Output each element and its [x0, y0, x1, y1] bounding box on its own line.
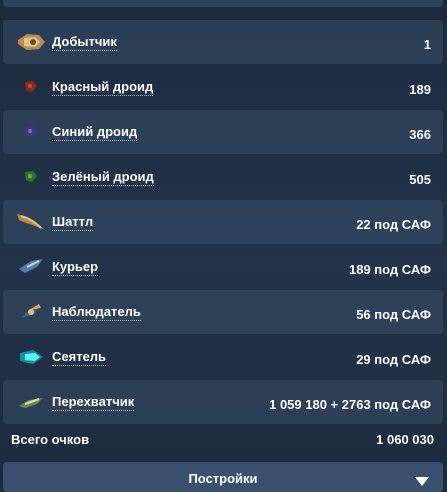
unit-count: 505 [409, 172, 431, 187]
unit-count: 189 под САФ [348, 262, 431, 277]
list-item-courier: Курьер 189 под САФ [3, 245, 443, 289]
unit-count: 366 [409, 127, 431, 142]
unit-list: Добытчик 1 Красный дроид 189 Синий дроид… [3, 20, 443, 425]
list-item-shuttle: Шаттл 22 под САФ [3, 200, 443, 244]
total-score-label: Всего очков [11, 432, 90, 447]
list-item-green-droid: Зелёный дроид 505 [3, 155, 443, 199]
unit-name[interactable]: Шаттл [52, 214, 94, 231]
unit-count: 29 под САФ [356, 352, 431, 367]
miner-ship-icon [15, 26, 47, 58]
list-item-blue-droid: Синий дроид 366 [3, 110, 443, 154]
unit-name[interactable]: Перехватчик [52, 394, 135, 411]
blue-droid-icon [15, 116, 47, 148]
list-item-miner: Добытчик 1 [3, 20, 443, 64]
buildings-dropdown-button[interactable]: Постройки [3, 462, 443, 492]
unit-count: 1 059 180 + 2763 под САФ [269, 397, 431, 412]
unit-name[interactable]: Синий дроид [52, 124, 138, 141]
list-item-observer: Наблюдатель 56 под САФ [3, 290, 443, 334]
unit-name[interactable]: Зелёный дроид [52, 169, 154, 186]
total-score: Всего очков 1 060 030 [11, 432, 434, 450]
buildings-dropdown-label: Постройки [188, 471, 258, 486]
courier-icon [15, 251, 47, 283]
unit-name[interactable]: Наблюдатель [52, 304, 141, 321]
unit-count: 56 под САФ [356, 307, 431, 322]
total-score-value: 1 060 030 [376, 432, 434, 447]
observer-icon [15, 296, 47, 328]
list-item-interceptor: Перехватчик 1 059 180 + 2763 под САФ [3, 380, 443, 424]
unit-count: 22 под САФ [356, 217, 431, 232]
unit-name[interactable]: Курьер [52, 259, 99, 276]
unit-name[interactable]: Сеятель [52, 349, 107, 366]
seeder-icon [15, 341, 47, 373]
unit-name[interactable]: Красный дроид [52, 79, 154, 96]
top-panel-edge [3, 0, 443, 7]
unit-count: 1 [423, 37, 431, 52]
green-droid-icon [15, 161, 47, 193]
list-item-seeder: Сеятель 29 под САФ [3, 335, 443, 379]
list-item-red-droid: Красный дроид 189 [3, 65, 443, 109]
shuttle-icon [15, 206, 47, 238]
unit-count: 189 [409, 82, 431, 97]
unit-name[interactable]: Добытчик [52, 34, 117, 51]
red-droid-icon [15, 71, 47, 103]
interceptor-icon [15, 386, 47, 418]
